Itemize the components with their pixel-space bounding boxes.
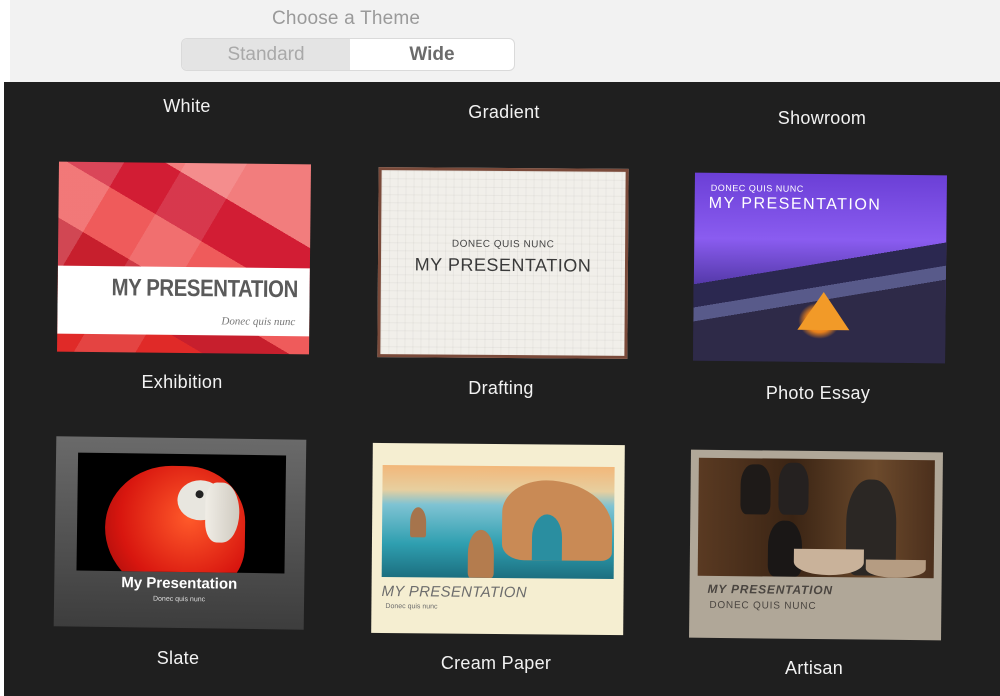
theme-label-gradient[interactable]: Gradient [394, 102, 614, 123]
theme-label-artisan[interactable]: Artisan [704, 658, 924, 679]
preview-title: MY PRESENTATION [707, 581, 833, 598]
pot [740, 464, 771, 515]
preview-title: MY PRESENTATION [708, 194, 882, 214]
theme-thumbnail-cream-paper[interactable]: MY PRESENTATION Donec quis nunc [371, 442, 625, 636]
parrot-photo [76, 452, 287, 574]
theme-thumbnail-slate[interactable]: My Presentation Donec quis nunc [53, 436, 307, 630]
theme-label-drafting[interactable]: Drafting [391, 378, 611, 399]
preview-subtitle: Donec quis nunc [221, 315, 296, 329]
theme-label-cream-paper[interactable]: Cream Paper [386, 653, 606, 674]
preview-subtitle: Donec quis nunc [385, 603, 438, 611]
coast-photo [381, 464, 615, 580]
pot [778, 462, 809, 515]
preview-subtitle: Donec quis nunc [152, 595, 206, 604]
size-segmented-control[interactable]: Standard Wide [181, 38, 515, 71]
theme-label-white[interactable]: White [77, 96, 297, 117]
dialog-title: Choose a Theme [272, 8, 421, 29]
tent-graphic [797, 291, 850, 331]
sea-stack-small [410, 507, 427, 538]
theme-thumbnail-drafting[interactable]: DONEC QUIS NUNC MY PRESENTATION [377, 167, 629, 359]
theme-label-exhibition[interactable]: Exhibition [72, 372, 292, 393]
theme-label-showroom[interactable]: Showroom [712, 108, 932, 129]
bowl [865, 559, 926, 579]
theme-label-slate[interactable]: Slate [68, 648, 288, 669]
preview-title: MY PRESENTATION [381, 582, 527, 602]
theme-label-photo-essay[interactable]: Photo Essay [708, 383, 928, 404]
preview-subtitle: DONEC QUIS NUNC [710, 182, 804, 194]
sea-stack [467, 529, 495, 578]
arch-opening [531, 514, 563, 561]
preview-title: MY PRESENTATION [414, 254, 592, 276]
theme-thumbnail-photo-essay[interactable]: DONEC QUIS NUNC MY PRESENTATION [693, 172, 947, 364]
theme-thumbnail-artisan[interactable]: MY PRESENTATION DONEC QUIS NUNC [689, 449, 943, 641]
theme-thumbnail-exhibition[interactable]: MY PRESENTATION Donec quis nunc [57, 161, 311, 355]
preview-subtitle: DONEC QUIS NUNC [709, 599, 817, 613]
preview-title: My Presentation [121, 574, 238, 593]
bowl [793, 548, 864, 576]
parrot-eye [195, 490, 204, 499]
preview-subtitle: DONEC QUIS NUNC [451, 238, 555, 251]
theme-chooser-header: Choose a Theme Standard Wide [0, 0, 1000, 86]
segment-wide[interactable]: Wide [350, 39, 514, 70]
pottery-photo [697, 457, 935, 579]
preview-title: MY PRESENTATION [111, 274, 298, 304]
segment-standard[interactable]: Standard [182, 39, 350, 70]
